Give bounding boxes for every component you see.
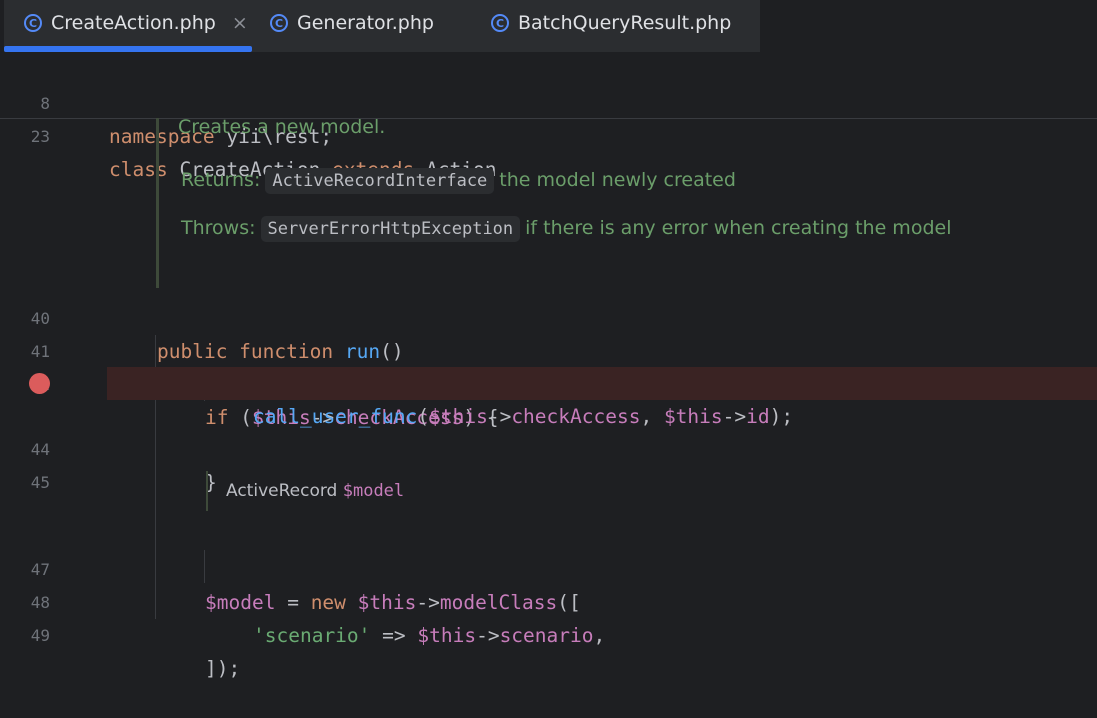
code-line-44[interactable]: 44 } [0,400,1097,494]
type-hint-variable: $model [342,481,405,501]
string: 'scenario' [253,624,371,647]
type-hint-class: ActiveRecord [226,481,338,501]
editor-tab-bar: C CreateAction.php × C Generator.php C B… [0,0,1097,52]
doc-throws-desc: if there is any error when creating the … [525,217,952,239]
doc-throws-type[interactable]: ServerErrorHttpException [260,216,521,242]
code-line-49[interactable]: 49 ]); [0,586,1097,680]
tab-label: Generator.php [297,12,434,34]
doc-returns-label: Returns: [181,169,261,191]
code-line-47[interactable]: 47 $model = new $this->modelClass([ [0,520,1097,614]
php-class-icon: C [491,14,509,32]
code-line-40[interactable]: 40 public function run() [0,269,1097,363]
code-editor[interactable]: 8 namespace yii\rest; 23 class CreateAct… [0,52,1097,680]
code-text: => [370,624,418,647]
line-number: 49 [30,626,50,645]
breakpoint-icon[interactable] [29,373,50,394]
code-text: , [593,624,606,647]
code-line-42[interactable]: 42 if ($this->checkAccess) { [0,335,1097,429]
sticky-divider [0,118,1097,119]
tab-label: CreateAction.php [51,12,216,34]
sticky-line-class[interactable]: 23 class CreateAction extends Action [0,87,1097,181]
php-class-icon: C [270,14,288,32]
line-number: 45 [30,473,50,492]
doc-throws: Throws: ServerErrorHttpException if there … [181,216,951,242]
doc-throws-label: Throws: [181,217,256,239]
type-hint: ActiveRecord $model [226,481,404,501]
line-number: 23 [30,127,50,146]
doc-summary: Creates a new model. [178,116,386,138]
tab-generator[interactable]: C Generator.php [270,0,434,46]
variable: $this [417,624,477,647]
php-class-icon: C [24,14,42,32]
tab-label: BatchQueryResult.php [518,12,732,34]
code-line-48[interactable]: 48 'scenario' => $this->scenario, [0,553,1097,647]
code-text: -> [476,624,500,647]
doc-returns-desc: the model newly created [499,169,736,191]
doc-comment-bar [156,118,159,288]
doc-returns-type[interactable]: ActiveRecordInterface [265,168,495,194]
gutter-breakpoint[interactable] [0,367,60,400]
doc-returns: Returns: ActiveRecordInterface the model n… [181,168,736,194]
type-hint-bar [206,471,208,511]
code-line-45[interactable]: 45 [0,433,1097,492]
close-icon[interactable]: × [232,12,248,34]
tab-batchqueryresult[interactable]: C BatchQueryResult.php [491,0,731,46]
tab-createaction[interactable]: C CreateAction.php × [24,0,248,46]
sticky-line-namespace[interactable]: 8 namespace yii\rest; [0,54,1097,148]
property: scenario [499,624,594,647]
code-text: ]); [205,657,241,680]
code-line-43-breakpoint[interactable]: call_user_func($this->checkAccess, $this… [107,367,1097,428]
code-line-41[interactable]: 41 { [0,302,1097,396]
